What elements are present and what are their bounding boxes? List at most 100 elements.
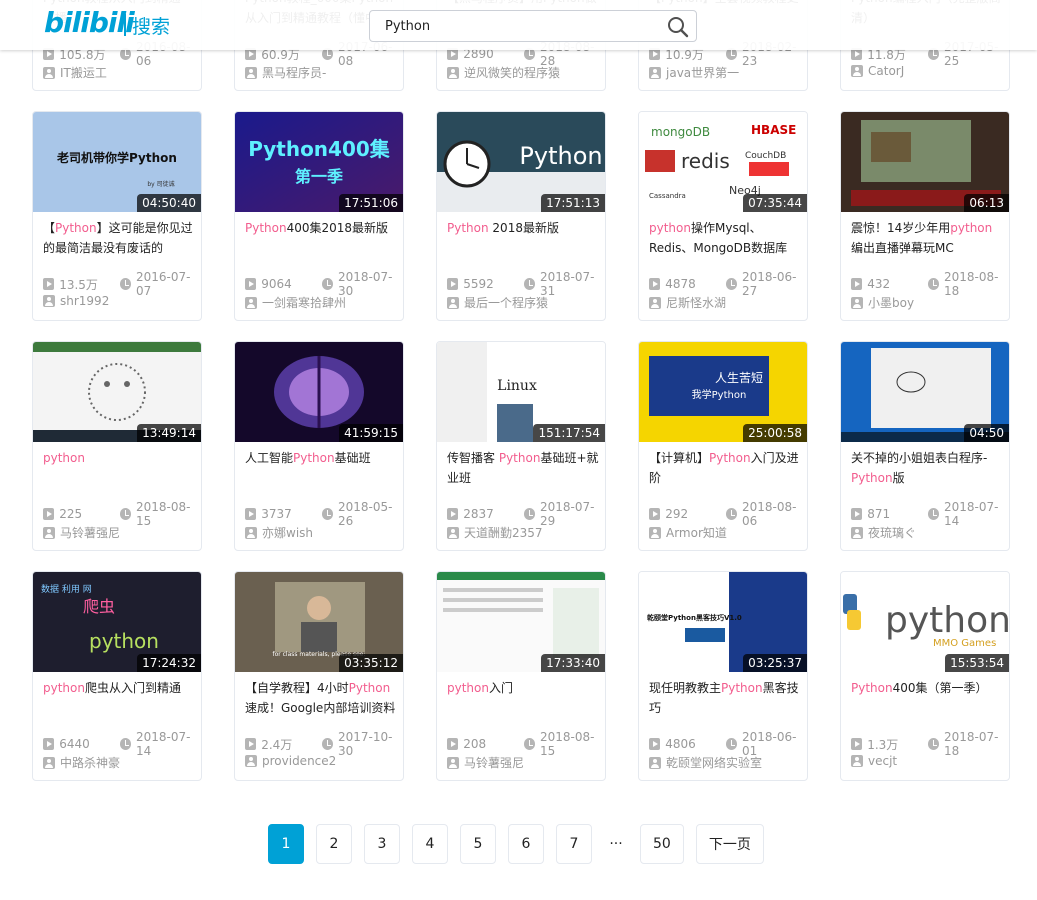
video-title[interactable]: python操作Mysql、Redis、MongoDB数据库 bbox=[649, 218, 801, 260]
uploader[interactable]: 天道酬勤2357 bbox=[447, 524, 543, 541]
video-card[interactable]: 04:50 关不掉的小姐姐表白程序- Python版 871 2018-07-14 夜琉璃… bbox=[840, 341, 1010, 551]
video-thumbnail[interactable]: 人生苦短 我学Python 25:00:58 bbox=[639, 342, 807, 442]
video-thumbnail[interactable]: 06:13 bbox=[841, 112, 1009, 212]
page-button-2[interactable]: 2 bbox=[316, 824, 352, 864]
video-title[interactable]: 震惊！14岁少年用python 编出直播弹幕玩MC Minecraft bbox=[851, 218, 1003, 260]
video-title[interactable]: python入门 bbox=[447, 678, 599, 720]
page-button-1[interactable]: 1 bbox=[268, 824, 304, 864]
video-title[interactable]: 【Python】这可能是你见过的最简洁最没有废话的 bbox=[43, 218, 195, 260]
video-thumbnail[interactable]: Linux 151:17:54 bbox=[437, 342, 605, 442]
page-button-6[interactable]: 6 bbox=[508, 824, 544, 864]
uploader[interactable]: vecjt bbox=[851, 754, 897, 768]
play-count: 6440 bbox=[59, 737, 90, 751]
svg-text:爬虫: 爬虫 bbox=[83, 597, 115, 616]
video-title[interactable]: 关不掉的小姐姐表白程序- Python版 bbox=[851, 448, 1003, 490]
video-thumbnail[interactable]: 乾颐堂Python黑客技巧V1.0 03:25:37 bbox=[639, 572, 807, 672]
page-button-4[interactable]: 4 bbox=[412, 824, 448, 864]
video-title[interactable]: Python400集2018最新版 bbox=[245, 218, 397, 260]
bilibili-logo[interactable]: bilibili bbox=[44, 6, 135, 39]
video-thumbnail[interactable]: 老司机带你学Python by 司徒诚 04:50:40 bbox=[33, 112, 201, 212]
upload-date: 2018-07-31 bbox=[539, 270, 595, 298]
video-card[interactable]: 41:59:15 人工智能Python基础班 3737 2018-05-26 亦娜wis… bbox=[234, 341, 404, 551]
page-button-last[interactable]: 50 bbox=[640, 824, 684, 864]
video-card[interactable]: python MMO Games 15:53:54 Python400集（第一季） 1… bbox=[840, 571, 1010, 781]
uploader-name: 马铃薯强尼 bbox=[464, 756, 525, 770]
uploader[interactable]: 小墨boy bbox=[851, 294, 914, 311]
video-thumbnail[interactable]: mongoDB HBASE redis CouchDB Cassandra Ne… bbox=[639, 112, 807, 212]
clock-icon bbox=[119, 508, 131, 520]
video-title[interactable]: 传智播客 Python基础班+就业班 bbox=[447, 448, 599, 490]
video-title[interactable]: 【自学教程】4小时Python 速成！Google内部培训资料 bbox=[245, 678, 397, 720]
uploader[interactable]: 乾颐堂网络实验室 bbox=[649, 754, 762, 771]
video-thumbnail[interactable]: 13:49:14 bbox=[33, 342, 201, 442]
search-input[interactable] bbox=[370, 11, 660, 41]
uploader[interactable]: 逆风微笑的程序猿 bbox=[447, 64, 560, 81]
uploader-icon bbox=[245, 66, 257, 79]
uploader[interactable]: 中路杀神豪 bbox=[43, 754, 120, 771]
page-button-7[interactable]: 7 bbox=[556, 824, 592, 864]
play-count: 292 bbox=[665, 507, 689, 521]
video-thumbnail[interactable]: Python400集 第一季 17:51:06 bbox=[235, 112, 403, 212]
upload-date: 2016-07-07 bbox=[135, 270, 191, 298]
title-text: 编出直播弹幕玩MC Minecraft bbox=[851, 241, 954, 255]
video-thumbnail[interactable]: 爬虫 python 数据 利用 网 17:24:32 bbox=[33, 572, 201, 672]
video-thumbnail[interactable]: 41:59:15 bbox=[235, 342, 403, 442]
uploader-name: 小墨boy bbox=[868, 296, 915, 310]
video-title[interactable]: Python400集（第一季） bbox=[851, 678, 1003, 720]
uploader[interactable]: 黑马程序员- bbox=[245, 64, 326, 81]
video-thumbnail[interactable]: 04:50 bbox=[841, 342, 1009, 442]
svg-text:CouchDB: CouchDB bbox=[745, 151, 786, 161]
clock-icon bbox=[927, 738, 939, 750]
uploader[interactable]: Armor知道 bbox=[649, 524, 727, 541]
uploader[interactable]: 马铃薯强尼 bbox=[43, 524, 120, 541]
video-card[interactable]: Linux 151:17:54 传智播客 Python基础班+就业班 2837 201… bbox=[436, 341, 606, 551]
video-card[interactable]: 人生苦短 我学Python 25:00:58 【计算机】Python入门及进阶 292… bbox=[638, 341, 808, 551]
video-title[interactable]: Python 2018最新版 bbox=[447, 218, 599, 260]
video-card[interactable]: for class materials, please see: 03:35:12… bbox=[234, 571, 404, 781]
video-title[interactable]: python爬虫从入门到精通 bbox=[43, 678, 195, 720]
title-keyword-highlight: Python bbox=[851, 471, 893, 485]
uploader[interactable]: 最后一个程序猿 bbox=[447, 294, 548, 311]
page-button-5[interactable]: 5 bbox=[460, 824, 496, 864]
video-card[interactable]: 乾颐堂Python黑客技巧V1.0 03:25:37 现任明教教主Python黑客… bbox=[638, 571, 808, 781]
play-count-icon bbox=[245, 278, 257, 290]
clock-icon bbox=[725, 508, 737, 520]
video-card[interactable]: 13:49:14 python 225 2018-08-15 马铃薯强尼 bbox=[32, 341, 202, 551]
uploader[interactable]: CatorJ bbox=[851, 64, 904, 78]
uploader-icon bbox=[245, 526, 257, 539]
uploader-name: 夜琉璃ぐ bbox=[868, 526, 917, 540]
video-thumbnail[interactable]: python MMO Games 15:53:54 bbox=[841, 572, 1009, 672]
search-button[interactable] bbox=[666, 15, 690, 39]
uploader[interactable]: providence2 bbox=[245, 754, 336, 768]
uploader[interactable]: 一剑霜寒拾肆州 bbox=[245, 294, 346, 311]
title-keyword-highlight: python bbox=[447, 681, 489, 695]
uploader[interactable]: IT搬运工 bbox=[43, 64, 107, 81]
video-title[interactable]: python bbox=[43, 448, 195, 490]
video-title[interactable]: 现任明教教主Python黑客技巧 bbox=[649, 678, 801, 720]
video-thumbnail[interactable]: Python 17:51:13 bbox=[437, 112, 605, 212]
uploader[interactable]: 亦娜wish bbox=[245, 524, 313, 541]
uploader-name: 尼斯怪水湖 bbox=[666, 296, 727, 310]
video-card[interactable]: 17:33:40 python入门 208 2018-08-15 马铃薯强尼 bbox=[436, 571, 606, 781]
video-title[interactable]: 【计算机】Python入门及进阶 bbox=[649, 448, 801, 490]
video-card[interactable]: Python400集 第一季 17:51:06 Python400集2018最新版 9… bbox=[234, 111, 404, 321]
video-card[interactable]: mongoDB HBASE redis CouchDB Cassandra Ne… bbox=[638, 111, 808, 321]
video-card[interactable]: 06:13 震惊！14岁少年用python 编出直播弹幕玩MC Minecraft 4… bbox=[840, 111, 1010, 321]
uploader[interactable]: 尼斯怪水湖 bbox=[649, 294, 726, 311]
video-thumbnail[interactable]: 17:33:40 bbox=[437, 572, 605, 672]
video-card[interactable]: 老司机带你学Python by 司徒诚 04:50:40 【Python】这可能是你… bbox=[32, 111, 202, 321]
video-card[interactable]: 爬虫 python 数据 利用 网 17:24:32 python爬虫从入门到精通 6… bbox=[32, 571, 202, 781]
video-title[interactable]: 人工智能Python基础班 bbox=[245, 448, 397, 490]
title-text: 传智播客 bbox=[447, 451, 499, 465]
uploader[interactable]: shr1992 bbox=[43, 294, 109, 308]
play-count: 2.4万 bbox=[261, 737, 293, 752]
uploader[interactable]: 夜琉璃ぐ bbox=[851, 524, 916, 541]
clock-icon bbox=[321, 508, 333, 520]
video-card[interactable]: Python 17:51:13 Python 2018最新版 5592 2018-07-… bbox=[436, 111, 606, 321]
uploader[interactable]: 马铃薯强尼 bbox=[447, 754, 524, 771]
uploader[interactable]: java世界第一 bbox=[649, 64, 739, 81]
uploader-name: java世界第一 bbox=[666, 66, 740, 80]
video-thumbnail[interactable]: for class materials, please see: 03:35:12 bbox=[235, 572, 403, 672]
page-button-3[interactable]: 3 bbox=[364, 824, 400, 864]
next-page-button[interactable]: 下一页 bbox=[695, 824, 764, 864]
